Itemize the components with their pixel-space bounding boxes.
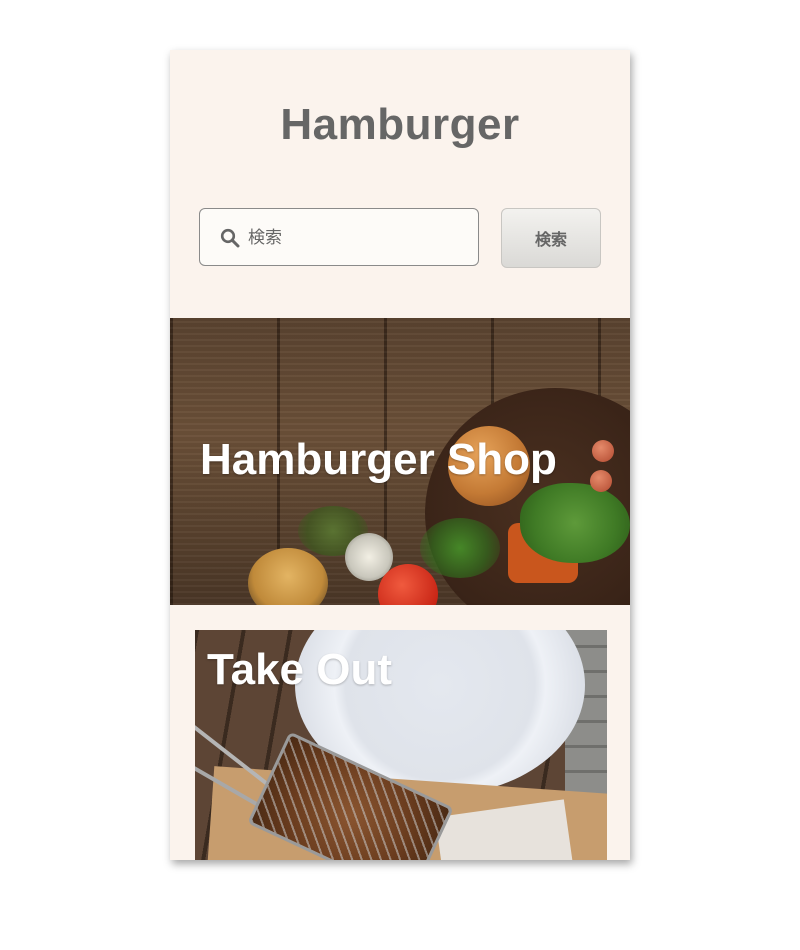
hero-banner[interactable]: Hamburger Shop [170, 318, 630, 605]
takeout-card[interactable]: Take Out [195, 630, 607, 860]
card-title: Take Out [207, 645, 393, 694]
site-title: Hamburger [280, 100, 520, 149]
header: Hamburger 検索 [170, 50, 630, 318]
hero-arugula-image [420, 518, 500, 578]
hero-salad-image [520, 483, 630, 563]
hero-onion-image [590, 470, 612, 492]
hero-onion-image [592, 440, 614, 462]
search-icon [220, 228, 240, 248]
search-button[interactable]: 検索 [501, 208, 601, 268]
search-box[interactable] [199, 208, 479, 266]
mobile-page: Hamburger 検索 Hamburger Shop [170, 50, 630, 860]
search-input[interactable] [248, 223, 468, 253]
hero-title: Hamburger Shop [200, 435, 557, 484]
